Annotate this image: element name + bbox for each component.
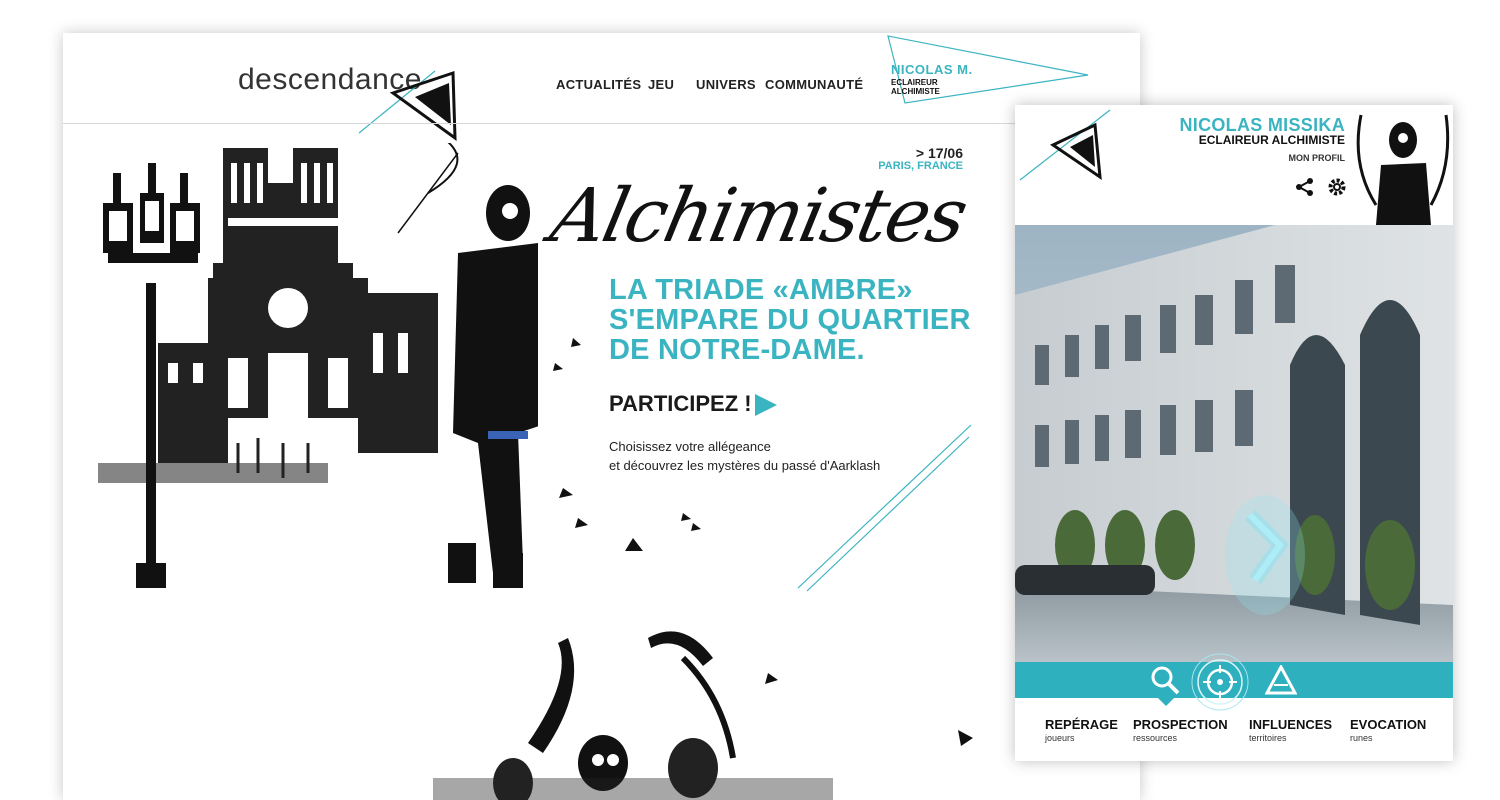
nav-actualites[interactable]: ACTUALITÉS	[556, 77, 641, 92]
event-place: PARIS, FRANCE	[878, 160, 963, 172]
tab-prospection-sub: ressources	[1133, 733, 1178, 743]
tab-reperage-sub: joueurs	[1045, 733, 1075, 743]
desktop-page: descendance ACTUALITÉS JEU UNIVERS COMMU…	[63, 33, 1140, 800]
nav-communaute[interactable]: COMMUNAUTÉ	[765, 77, 863, 92]
search-icon[interactable]	[1148, 663, 1183, 698]
share-icon[interactable]	[1295, 177, 1315, 197]
scattered-triangles-icon	[553, 338, 701, 551]
script-title: Alchimistes	[543, 173, 974, 259]
archers-illustration	[433, 631, 973, 800]
tab-evocation[interactable]: EVOCATION runes	[1350, 717, 1426, 743]
mobile-logo-triangle-icon[interactable]	[1015, 105, 1125, 190]
tab-evocation-title: EVOCATION	[1350, 717, 1427, 732]
tab-evocation-sub: runes	[1350, 733, 1373, 743]
mobile-page: NICOLAS MISSIKA ECLAIREUR ALCHIMISTE MON…	[1015, 105, 1453, 761]
user-name[interactable]: NICOLAS M.	[891, 62, 973, 77]
notre-dame-illustration	[98, 143, 538, 588]
nav-jeu[interactable]: JEU	[648, 77, 674, 92]
accent-lines-icon	[797, 424, 972, 592]
user-role: ECLAIREUR ALCHIMISTE	[891, 78, 940, 96]
logo-triangle-icon[interactable]	[353, 63, 463, 143]
tab-reperage-title: REPÉRAGE	[1045, 717, 1118, 732]
gear-icon[interactable]	[1327, 177, 1347, 197]
target-crosshair-icon[interactable]	[1189, 651, 1251, 713]
nav-univers[interactable]: UNIVERS	[696, 77, 756, 92]
tab-reperage[interactable]: REPÉRAGE joueurs	[1045, 717, 1118, 743]
tab-prospection[interactable]: PROSPECTION ressources	[1133, 717, 1228, 743]
tab-influences[interactable]: INFLUENCES territoires	[1249, 717, 1332, 743]
street-photo	[1015, 225, 1453, 662]
user-role-line2: ALCHIMISTE	[891, 87, 940, 96]
play-arrow-icon[interactable]	[753, 392, 779, 418]
profile-link[interactable]: MON PROFIL	[1289, 153, 1346, 163]
tab-influences-sub: territoires	[1249, 733, 1287, 743]
rune-triangle-icon[interactable]	[1265, 665, 1297, 695]
event-date: > 17/06	[915, 145, 963, 161]
active-tab-pointer-icon	[1158, 698, 1174, 706]
avatar[interactable]	[1351, 105, 1453, 225]
mobile-user-role: ECLAIREUR ALCHIMISTE	[1198, 133, 1345, 147]
header-divider	[63, 123, 1140, 124]
tab-prospection-title: PROSPECTION	[1133, 717, 1228, 732]
tab-influences-title: INFLUENCES	[1249, 717, 1333, 732]
user-role-line1: ECLAIREUR	[891, 78, 938, 87]
